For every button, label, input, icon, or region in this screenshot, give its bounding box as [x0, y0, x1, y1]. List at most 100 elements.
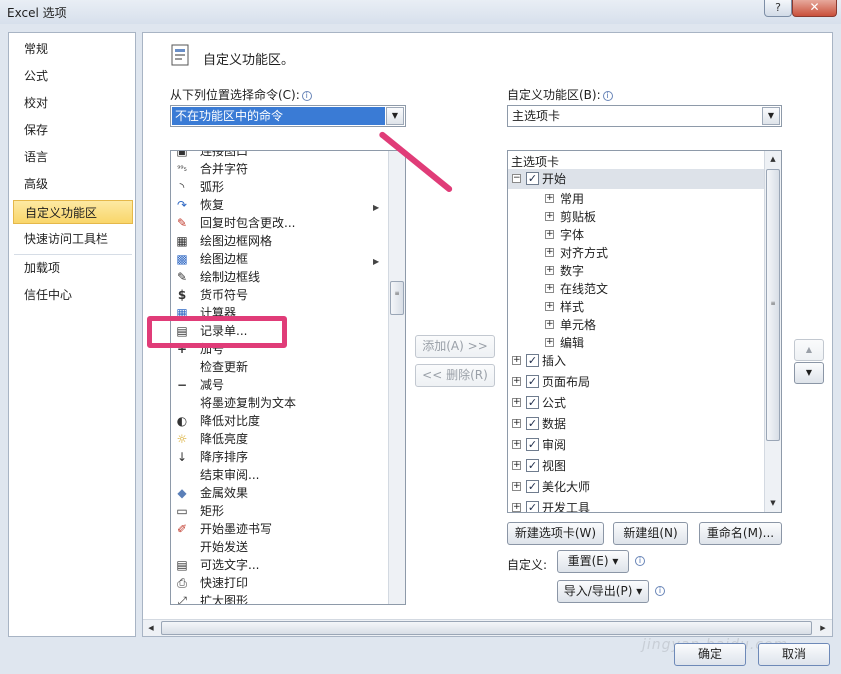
tree-item-group[interactable]: + 剪贴板 [508, 207, 765, 227]
scrollbar-thumb[interactable]: ≡ [390, 281, 404, 315]
expand-icon[interactable]: + [545, 212, 554, 221]
cancel-button[interactable]: 取消 [758, 643, 830, 666]
list-item[interactable]: ☼ 降低亮度 [171, 430, 389, 448]
list-item[interactable]: ▤ 可选文字... [171, 556, 389, 574]
nav-item-advanced[interactable]: 高级 [9, 172, 135, 196]
chevron-down-icon[interactable]: ▼ [386, 107, 404, 125]
choose-commands-dropdown[interactable]: 不在功能区中的命令 ▼ [170, 105, 406, 127]
tree-item-group[interactable]: + 单元格 [508, 315, 765, 335]
commands-list[interactable]: ▣ 连接图口 ⁹⁹₅ 合并字符 ◝ 弧形 ↷ 恢复 ▶ ✎ 回复时包含更改... ▦ 绘图边框… [170, 150, 406, 605]
expand-icon[interactable]: + [545, 230, 554, 239]
expand-icon[interactable]: + [512, 377, 521, 386]
nav-item-proofing[interactable]: 校对 [9, 91, 135, 115]
customize-ribbon-dropdown[interactable]: 主选项卡 ▼ [507, 105, 782, 127]
scroll-left-icon[interactable]: ◀ [143, 620, 159, 637]
move-up-button[interactable]: ▲ [794, 339, 824, 361]
list-item[interactable]: ⁹⁹₅ 合并字符 [171, 160, 389, 178]
checkbox-icon[interactable]: ✓ [526, 354, 539, 367]
close-button[interactable]: ✕ [792, 0, 837, 17]
expand-icon[interactable]: + [512, 503, 521, 512]
nav-item-general[interactable]: 常规 [9, 37, 135, 61]
tree-item-group[interactable]: + 样式 [508, 297, 765, 317]
checkbox-icon[interactable]: ✓ [526, 396, 539, 409]
list-item[interactable]: ◆ 金属效果 [171, 484, 389, 502]
tree-item-tab[interactable]: + ✓ 页面布局 [508, 372, 765, 392]
tree-item-tab[interactable]: + ✓ 审阅 [508, 435, 765, 455]
chevron-down-icon[interactable]: ▼ [762, 107, 780, 125]
expand-icon[interactable]: + [512, 461, 521, 470]
list-item[interactable]: $ 货币符号 [171, 286, 389, 304]
move-down-button[interactable]: ▼ [794, 362, 824, 384]
expand-icon[interactable]: + [512, 419, 521, 428]
tree-item-tab[interactable]: + ✓ 开发工具 [508, 498, 765, 512]
tree-scrollbar[interactable]: ▲ ≡ ▼ [764, 151, 781, 512]
tree-item-tab[interactable]: + ✓ 美化大师 [508, 477, 765, 497]
list-item[interactable]: 开始发送 [171, 538, 389, 556]
tree-item-home[interactable]: − ✓ 开始 [508, 169, 765, 189]
tree-item-tab[interactable]: + ✓ 插入 [508, 351, 765, 371]
nav-item-quick-access-toolbar[interactable]: 快速访问工具栏 [9, 227, 135, 251]
checkbox-icon[interactable]: ✓ [526, 172, 539, 185]
tree-item-group[interactable]: + 常用 [508, 189, 765, 209]
list-item[interactable]: ◝ 弧形 [171, 178, 389, 196]
tree-item-tab[interactable]: + ✓ 公式 [508, 393, 765, 413]
scrollbar-thumb[interactable] [161, 621, 812, 635]
list-item[interactable]: ▣ 连接图口 [171, 151, 389, 160]
expand-icon[interactable]: + [545, 248, 554, 257]
nav-item-formulas[interactable]: 公式 [9, 64, 135, 88]
remove-button[interactable]: << 删除(R) [415, 364, 495, 387]
checkbox-icon[interactable]: ✓ [526, 375, 539, 388]
nav-item-language[interactable]: 语言 [9, 145, 135, 169]
expand-icon[interactable]: + [545, 284, 554, 293]
list-item[interactable]: ▩ 绘图边框 ▶ [171, 250, 389, 268]
new-group-button[interactable]: 新建组(N) [613, 522, 688, 545]
expand-icon[interactable]: + [512, 356, 521, 365]
add-button[interactable]: 添加(A) >> [415, 335, 495, 358]
checkbox-icon[interactable]: ✓ [526, 459, 539, 472]
ribbon-tabs-tree[interactable]: 主选项卡 − ✓ 开始 + 常用 + 剪贴板 + 字体 + 对齐方式 + 数字 … [507, 150, 782, 513]
expand-icon[interactable]: + [545, 302, 554, 311]
list-item[interactable]: 结束审阅... [171, 466, 389, 484]
tree-item-group[interactable]: + 对齐方式 [508, 243, 765, 263]
checkbox-icon[interactable]: ✓ [526, 501, 539, 512]
list-item[interactable]: ✎ 绘制边框线 [171, 268, 389, 286]
scroll-up-icon[interactable]: ▲ [765, 151, 781, 168]
expand-icon[interactable]: + [512, 482, 521, 491]
import-export-button[interactable]: 导入/导出(P) ▾ [557, 580, 649, 603]
expand-icon[interactable]: + [545, 266, 554, 275]
tree-item-group[interactable]: + 字体 [508, 225, 765, 245]
list-item[interactable]: − 减号 [171, 376, 389, 394]
help-button[interactable]: ? [764, 0, 792, 17]
tree-item-group[interactable]: + 在线范文 [508, 279, 765, 299]
expand-icon[interactable]: + [512, 398, 521, 407]
list-item[interactable]: ⎙ 快速打印 [171, 574, 389, 592]
list-item[interactable]: ✎ 回复时包含更改... [171, 214, 389, 232]
commands-scrollbar[interactable]: ≡ [388, 151, 405, 604]
list-item[interactable]: ↓ 降序排序 [171, 448, 389, 466]
tree-item-tab[interactable]: + ✓ 视图 [508, 456, 765, 476]
nav-item-trust-center[interactable]: 信任中心 [9, 283, 135, 307]
list-item[interactable]: ✐ 开始墨迹书写 [171, 520, 389, 538]
tree-item-group[interactable]: + 编辑 [508, 333, 765, 353]
collapse-icon[interactable]: − [512, 174, 521, 183]
horizontal-scrollbar[interactable]: ◀ ▶ [143, 619, 832, 636]
expand-icon[interactable]: + [545, 194, 554, 203]
expand-icon[interactable]: + [512, 440, 521, 449]
list-item[interactable]: ◐ 降低对比度 [171, 412, 389, 430]
rename-button[interactable]: 重命名(M)... [699, 522, 782, 545]
list-item[interactable]: 检查更新 [171, 358, 389, 376]
nav-item-add-ins[interactable]: 加载项 [9, 256, 135, 280]
scroll-right-icon[interactable]: ▶ [815, 620, 831, 637]
nav-item-customize-ribbon[interactable]: 自定义功能区 [13, 200, 133, 224]
list-item[interactable]: 将墨迹复制为文本 [171, 394, 389, 412]
scrollbar-thumb[interactable]: ≡ [766, 169, 780, 441]
list-item[interactable]: ⤢ 扩大图形 [171, 592, 389, 604]
scroll-down-icon[interactable]: ▼ [765, 495, 781, 512]
expand-icon[interactable]: + [545, 320, 554, 329]
checkbox-icon[interactable]: ✓ [526, 438, 539, 451]
list-item[interactable]: ▭ 矩形 [171, 502, 389, 520]
list-item[interactable]: ▦ 绘图边框网格 [171, 232, 389, 250]
reset-button[interactable]: 重置(E) ▾ [557, 550, 629, 573]
list-item[interactable]: ↷ 恢复 ▶ [171, 196, 389, 214]
checkbox-icon[interactable]: ✓ [526, 480, 539, 493]
